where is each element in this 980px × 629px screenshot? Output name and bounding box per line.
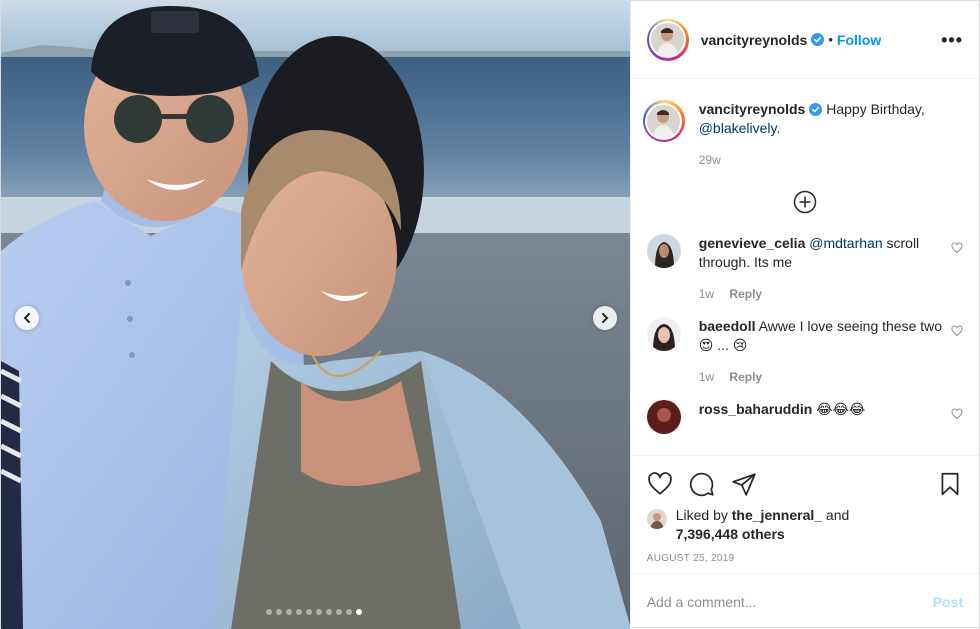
carousel-dot: [356, 609, 362, 615]
caption-avatar[interactable]: [642, 100, 685, 142]
add-comment-bar: Post: [630, 573, 979, 629]
action-icons-bar: [647, 456, 963, 506]
comment-item: ross_baharuddin 😂😂😂: [646, 400, 963, 434]
author-avatar-image: [651, 23, 685, 56]
commenter-avatar-image: [646, 400, 681, 434]
commenter-avatar[interactable]: [646, 400, 681, 434]
more-options-icon[interactable]: •••: [941, 31, 963, 49]
caption-mention[interactable]: @blakelively.: [699, 120, 781, 136]
commenter-avatar[interactable]: [646, 317, 681, 351]
caption: vancityreynolds Happy Birthday, @blakeli…: [642, 100, 963, 170]
author-username[interactable]: vancityreynolds: [701, 32, 808, 48]
comment-age: 1w: [698, 370, 715, 384]
comment-heart-icon[interactable]: [951, 408, 963, 420]
save-icon[interactable]: [937, 471, 963, 497]
carousel-dot: [346, 609, 352, 615]
post-actions: Liked by the_jenneral_ and 7,396,448 oth…: [630, 455, 979, 573]
plus-circle-icon: [793, 190, 817, 214]
comment-body: baeedoll Awwe I love seeing these two 😍 …: [699, 317, 945, 387]
caption-meta: 29w: [699, 151, 945, 170]
caption-username[interactable]: vancityreynolds: [699, 101, 806, 117]
load-more-comments-button[interactable]: [647, 190, 963, 220]
caption-body: vancityreynolds Happy Birthday, @blakeli…: [699, 100, 945, 170]
comment-heart-icon[interactable]: [951, 325, 963, 337]
liker-avatar[interactable]: [646, 509, 667, 529]
likes-joiner: and: [825, 507, 850, 523]
reply-button[interactable]: Reply: [729, 287, 762, 301]
comment-item: baeedoll Awwe I love seeing these two 😍 …: [646, 317, 963, 387]
carousel-prev-button[interactable]: [15, 306, 39, 330]
carousel-dot: [276, 609, 282, 615]
post-photo: [1, 1, 630, 629]
instagram-post: vancityreynolds • Follow ••• vancityreyn…: [0, 0, 980, 629]
liker-username[interactable]: the_jenneral_: [732, 507, 822, 523]
share-icon[interactable]: [731, 471, 757, 497]
comment-heart-icon[interactable]: [951, 242, 963, 254]
heart-icon[interactable]: [647, 471, 673, 497]
carousel-dot: [286, 609, 292, 615]
comment-username[interactable]: genevieve_celia: [699, 235, 806, 251]
carousel-dot: [266, 609, 272, 615]
comment-meta: 1w Reply: [699, 285, 945, 304]
post-photo-carousel[interactable]: [1, 1, 630, 629]
post-comment-button[interactable]: Post: [933, 594, 963, 610]
verified-badge-icon: [811, 33, 825, 46]
post-side-panel: vancityreynolds • Follow ••• vancityreyn…: [629, 1, 979, 629]
carousel-dot: [336, 609, 342, 615]
likes-prefix: Liked by: [675, 507, 728, 523]
commenter-avatar-image: [646, 234, 681, 268]
follow-button[interactable]: Follow: [837, 32, 881, 48]
comment-input[interactable]: [646, 593, 933, 610]
carousel-next-button[interactable]: [593, 306, 617, 330]
comment-username[interactable]: ross_baharuddin: [699, 401, 813, 417]
post-header: vancityreynolds • Follow •••: [630, 1, 979, 79]
comment-mention[interactable]: @mdtarhan: [809, 235, 882, 251]
caption-text: Happy Birthday,: [826, 101, 925, 117]
post-date: AUGUST 25, 2019: [646, 553, 735, 564]
carousel-dots: [266, 609, 362, 615]
caption-age: 29w: [698, 153, 721, 167]
comment-age: 1w: [698, 287, 715, 301]
verified-badge-icon: [809, 103, 823, 116]
comment-body: genevieve_celia @mdtarhan scroll through…: [699, 234, 945, 304]
carousel-dot: [326, 609, 332, 615]
carousel-dot: [296, 609, 302, 615]
likes-text[interactable]: Liked by the_jenneral_ and 7,396,448 oth…: [676, 506, 850, 544]
commenter-avatar[interactable]: [646, 234, 681, 268]
likes-count[interactable]: 7,396,448 others: [676, 526, 785, 542]
chevron-left-icon: [23, 313, 30, 323]
comment-text: 😂😂😂: [816, 401, 866, 417]
author-avatar[interactable]: [646, 18, 689, 61]
comment-meta: 1w Reply: [699, 368, 945, 387]
likes-summary: Liked by the_jenneral_ and 7,396,448 oth…: [646, 506, 963, 544]
comment-body: ross_baharuddin 😂😂😂: [699, 400, 945, 434]
reply-button[interactable]: Reply: [729, 370, 762, 384]
comment-item: genevieve_celia @mdtarhan scroll through…: [646, 234, 963, 304]
carousel-dot: [316, 609, 322, 615]
comments-list[interactable]: vancityreynolds Happy Birthday, @blakeli…: [631, 79, 979, 455]
comment-username[interactable]: baeedoll: [699, 318, 756, 334]
comment-icon[interactable]: [689, 471, 715, 497]
caption-avatar-image: [647, 104, 681, 138]
carousel-dot: [306, 609, 312, 615]
header-dot-separator: •: [828, 32, 833, 47]
commenter-avatar-image: [646, 317, 681, 351]
liker-avatar-image: [646, 509, 667, 529]
chevron-right-icon: [602, 313, 609, 323]
